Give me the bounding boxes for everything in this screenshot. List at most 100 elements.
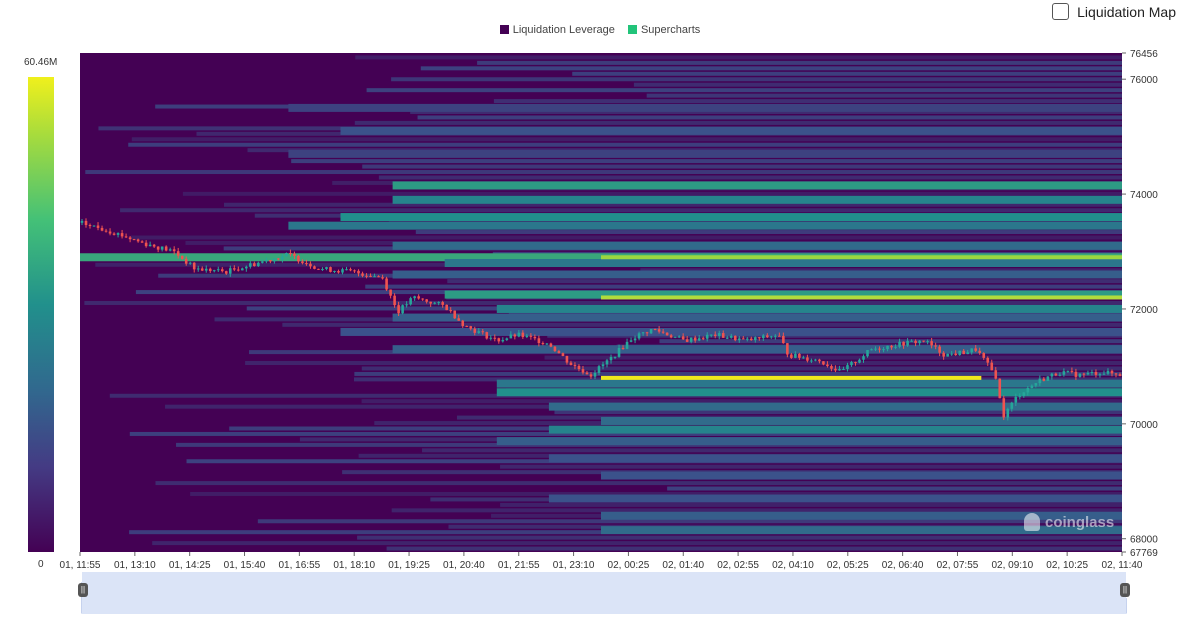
candle-body xyxy=(729,335,733,338)
candle-body xyxy=(677,336,681,338)
candle-body xyxy=(116,233,120,235)
candle-body xyxy=(345,269,348,271)
candle-body xyxy=(465,325,469,327)
candle-body xyxy=(974,348,978,351)
candle-body xyxy=(461,320,465,326)
candle-body xyxy=(429,301,432,304)
candle-body xyxy=(1078,373,1082,377)
candle-body xyxy=(786,343,789,355)
candle-body xyxy=(164,246,168,251)
candle-body xyxy=(297,255,300,262)
candle-body xyxy=(433,302,436,304)
candle-body xyxy=(741,338,745,340)
y-tick-label: 67769 xyxy=(1130,548,1158,559)
liquidation-level-band xyxy=(392,270,1123,279)
candle-body xyxy=(188,262,192,264)
range-navigator[interactable] xyxy=(82,572,1126,614)
navigator-left-handle[interactable]: || xyxy=(78,583,88,597)
x-tick-label: 02, 09:10 xyxy=(991,560,1033,571)
candle-body xyxy=(281,256,284,260)
heat-background-band xyxy=(182,191,1122,196)
candle-body xyxy=(902,341,905,346)
liquidation-level-band xyxy=(601,471,1122,480)
candle-body xyxy=(216,269,220,271)
heat-background-band xyxy=(354,371,1122,376)
candle-body xyxy=(669,335,673,338)
candle-body xyxy=(794,353,797,358)
candle-body xyxy=(705,334,709,339)
candle-body xyxy=(1026,388,1030,393)
heat-background-band xyxy=(391,77,1122,82)
liquidation-heatmap-chart[interactable]: 76456 76000 74000 72000 70000 68000 67769 01, … xyxy=(0,0,1200,633)
candle-body xyxy=(766,335,769,338)
heat-background-band xyxy=(357,535,1122,540)
candle-body xyxy=(986,357,990,363)
candle-body xyxy=(982,352,986,358)
candle-body xyxy=(745,338,749,340)
candle-body xyxy=(577,365,581,370)
watermark-text: coinglass xyxy=(1045,513,1115,531)
candle-body xyxy=(497,338,501,342)
candle-body xyxy=(168,249,172,251)
x-tick-label: 01, 23:10 xyxy=(553,560,595,571)
candle-body xyxy=(92,225,96,227)
candle-body xyxy=(593,372,597,377)
candle-body xyxy=(922,340,925,342)
candle-body xyxy=(725,337,729,339)
y-tick-label: 72000 xyxy=(1130,305,1158,316)
candle-body xyxy=(609,356,613,361)
candle-body xyxy=(249,263,252,267)
candle-body xyxy=(990,362,994,371)
candle-body xyxy=(301,261,304,264)
candle-body xyxy=(581,369,585,373)
heat-background-band xyxy=(659,339,1122,344)
heat-background-band xyxy=(633,82,1122,87)
candle-body xyxy=(1114,373,1118,375)
candle-body xyxy=(513,334,517,337)
candle-body xyxy=(473,328,477,333)
x-tick-label: 02, 04:10 xyxy=(772,560,814,571)
candle-body xyxy=(1010,402,1014,409)
candle-body xyxy=(657,329,661,332)
heat-background-band xyxy=(500,502,1122,507)
x-axis: 01, 11:55 01, 13:10 01, 14:25 01, 15:40 01, … xyxy=(60,552,1143,571)
candle-body xyxy=(870,349,873,351)
candle-body xyxy=(525,335,529,338)
candle-body xyxy=(926,341,929,343)
candle-body xyxy=(1110,370,1114,374)
liquidation-level-band xyxy=(340,126,1122,135)
candle-body xyxy=(449,310,453,312)
candle-body xyxy=(569,362,573,366)
candle-body xyxy=(733,335,737,341)
y-tick-label: 74000 xyxy=(1130,190,1158,201)
heat-background-band xyxy=(366,88,1122,93)
candle-body xyxy=(353,270,356,272)
candle-body xyxy=(673,336,677,338)
candle-body xyxy=(1062,371,1066,375)
heat-background-band xyxy=(85,170,1123,175)
candle-body xyxy=(1058,374,1062,376)
candle-body xyxy=(681,336,685,340)
candle-body xyxy=(285,253,288,257)
candle-body xyxy=(946,353,949,357)
candle-body xyxy=(529,335,533,337)
candle-body xyxy=(1106,370,1110,374)
candle-body xyxy=(192,262,196,270)
candle-body xyxy=(152,244,156,247)
heat-background-band xyxy=(365,284,1122,289)
heat-background-band xyxy=(415,230,1122,235)
candle-body xyxy=(265,260,268,262)
heat-background-band xyxy=(291,159,1122,164)
candle-body xyxy=(585,372,589,375)
candle-body xyxy=(758,337,761,339)
candle-body xyxy=(132,239,136,241)
candle-body xyxy=(818,359,821,362)
candle-body xyxy=(317,268,320,270)
candle-body xyxy=(517,332,521,337)
candle-body xyxy=(778,335,781,337)
candle-body xyxy=(128,237,132,240)
navigator-right-handle[interactable]: || xyxy=(1120,583,1130,597)
candle-body xyxy=(1070,370,1074,372)
heat-background-band xyxy=(120,208,1123,213)
candle-body xyxy=(365,275,368,277)
